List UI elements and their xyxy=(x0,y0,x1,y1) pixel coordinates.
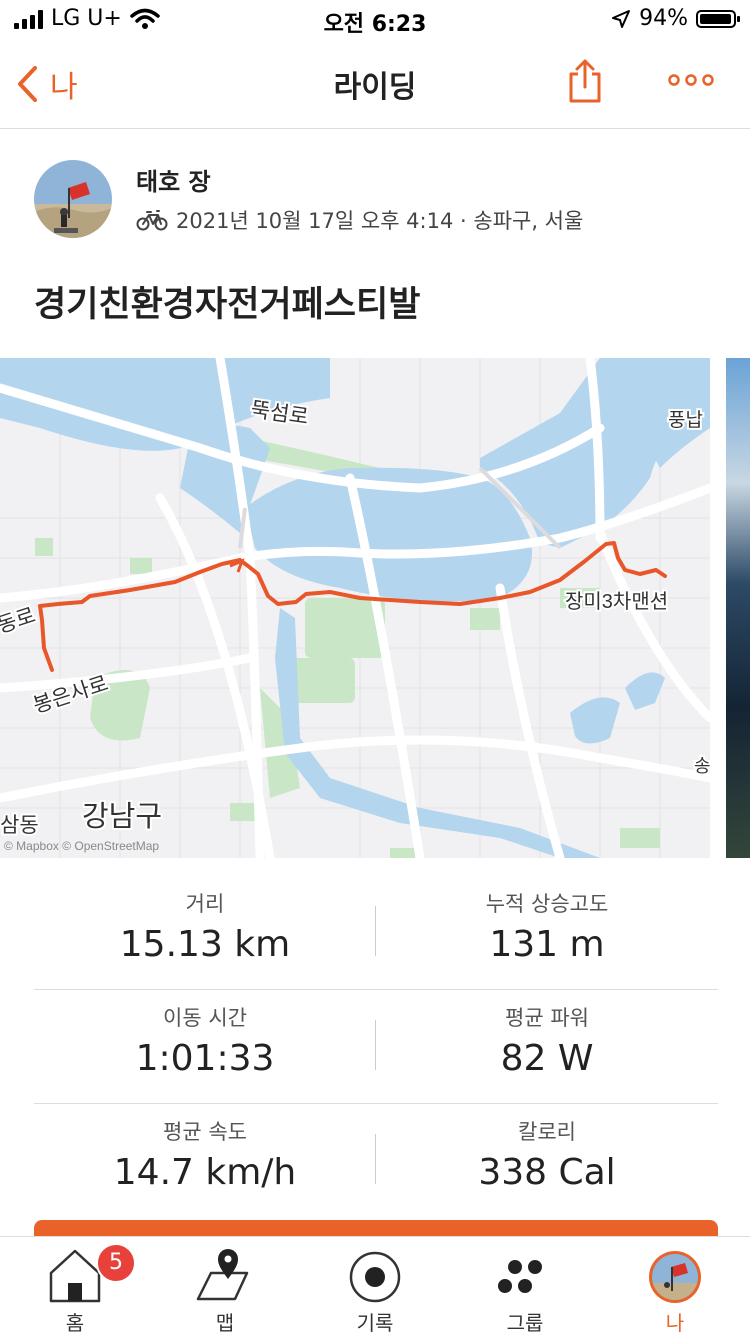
stats-row: 평균 속도 14.7 km/h 칼로리 338 Cal xyxy=(34,1104,718,1217)
share-button[interactable] xyxy=(566,58,604,108)
stat-calories: 칼로리 338 Cal xyxy=(376,1116,718,1193)
status-bar: LG U+ 오전 6:23 94% xyxy=(0,0,750,40)
status-right: 94% xyxy=(611,6,740,31)
home-icon xyxy=(49,1249,101,1303)
stat-value: 14.7 km/h xyxy=(113,1152,297,1193)
stat-moving-time: 이동 시간 1:01:33 xyxy=(34,1002,376,1079)
map-label-pungnap: 풍납 xyxy=(668,409,703,431)
stat-avg-power: 평균 파워 82 W xyxy=(376,1002,718,1079)
tab-label: 맵 xyxy=(215,1311,235,1335)
tab-bar: 5 홈 맵 기록 그룹 나 xyxy=(0,1236,750,1335)
stat-label: 평균 파워 xyxy=(505,1006,589,1030)
stats-row: 거리 15.13 km 누적 상승고도 131 m xyxy=(34,876,718,990)
map-label-gangnam: 강남구 xyxy=(82,801,162,833)
stat-label: 칼로리 xyxy=(518,1120,576,1144)
tab-label: 나 xyxy=(665,1311,685,1335)
profile-avatar xyxy=(649,1251,701,1303)
tab-map[interactable]: 맵 xyxy=(150,1237,300,1335)
activity-header: 태호 장 2021년 10월 17일 오후 4:14 · 송파구, 서울 xyxy=(0,150,750,250)
stat-label: 누적 상승고도 xyxy=(485,892,609,916)
photo-carousel-peek[interactable] xyxy=(726,358,750,858)
page-title: 라이딩 xyxy=(333,70,417,105)
more-icon xyxy=(668,74,714,86)
stat-value: 15.13 km xyxy=(119,924,291,965)
battery-icon xyxy=(696,9,740,28)
stat-value: 338 Cal xyxy=(478,1152,616,1193)
record-icon xyxy=(349,1251,401,1303)
map-attribution: © Mapbox © OpenStreetMap xyxy=(4,839,159,853)
activity-date-location: 2021년 10월 17일 오후 4:14 · 송파구, 서울 xyxy=(176,209,584,233)
activity-title: 경기친환경자전거페스티발 xyxy=(34,285,421,325)
athlete-avatar[interactable] xyxy=(34,160,112,238)
tab-label: 홈 xyxy=(65,1311,85,1335)
route-map[interactable]: 뚝섬로 풍납 장미3차맨션 동로 봉은사로 강남구 삼동 송 © Mapbox … xyxy=(0,358,710,858)
stats-grid: 거리 15.13 km 누적 상승고도 131 m 이동 시간 1:01:33 … xyxy=(34,876,718,1217)
bicycle-icon xyxy=(136,210,168,231)
navigation-bar: 나 라이딩 xyxy=(0,40,750,129)
stat-value: 1:01:33 xyxy=(135,1038,275,1079)
tab-record[interactable]: 기록 xyxy=(300,1237,450,1335)
stat-value: 82 W xyxy=(500,1038,594,1079)
stat-value: 131 m xyxy=(489,924,605,965)
tab-groups[interactable]: 그룹 xyxy=(450,1237,600,1335)
stat-label: 평균 속도 xyxy=(163,1120,247,1144)
groups-icon xyxy=(498,1260,542,1293)
location-arrow-icon xyxy=(612,9,631,28)
stats-row: 이동 시간 1:01:33 평균 파워 82 W xyxy=(34,990,718,1104)
stat-label: 이동 시간 xyxy=(163,1006,247,1030)
stat-elevation-gain: 누적 상승고도 131 m xyxy=(376,888,718,965)
notification-badge: 5 xyxy=(96,1243,136,1283)
activity-meta: 2021년 10월 17일 오후 4:14 · 송파구, 서울 xyxy=(136,205,583,235)
map-icon xyxy=(196,1249,249,1301)
athlete-name[interactable]: 태호 장 xyxy=(136,162,211,197)
map-label-jangmi: 장미3차맨션 xyxy=(565,590,668,613)
tab-you[interactable]: 나 xyxy=(600,1237,750,1335)
tab-label: 기록 xyxy=(356,1311,394,1335)
map-label-samdong: 삼동 xyxy=(0,814,39,837)
map-label-song: 송 xyxy=(694,756,710,776)
tab-label: 그룹 xyxy=(506,1311,544,1335)
map-canvas: 뚝섬로 풍납 장미3차맨션 동로 봉은사로 강남구 삼동 송 © Mapbox … xyxy=(0,358,710,858)
stat-avg-speed: 평균 속도 14.7 km/h xyxy=(34,1116,376,1193)
stat-label: 거리 xyxy=(185,892,225,916)
tab-home[interactable]: 5 홈 xyxy=(0,1237,150,1335)
avatar-photo xyxy=(34,160,112,238)
stat-distance: 거리 15.13 km xyxy=(34,888,376,965)
more-options-button[interactable] xyxy=(668,72,714,92)
battery-percent: 94% xyxy=(639,6,688,31)
share-icon xyxy=(569,59,601,103)
